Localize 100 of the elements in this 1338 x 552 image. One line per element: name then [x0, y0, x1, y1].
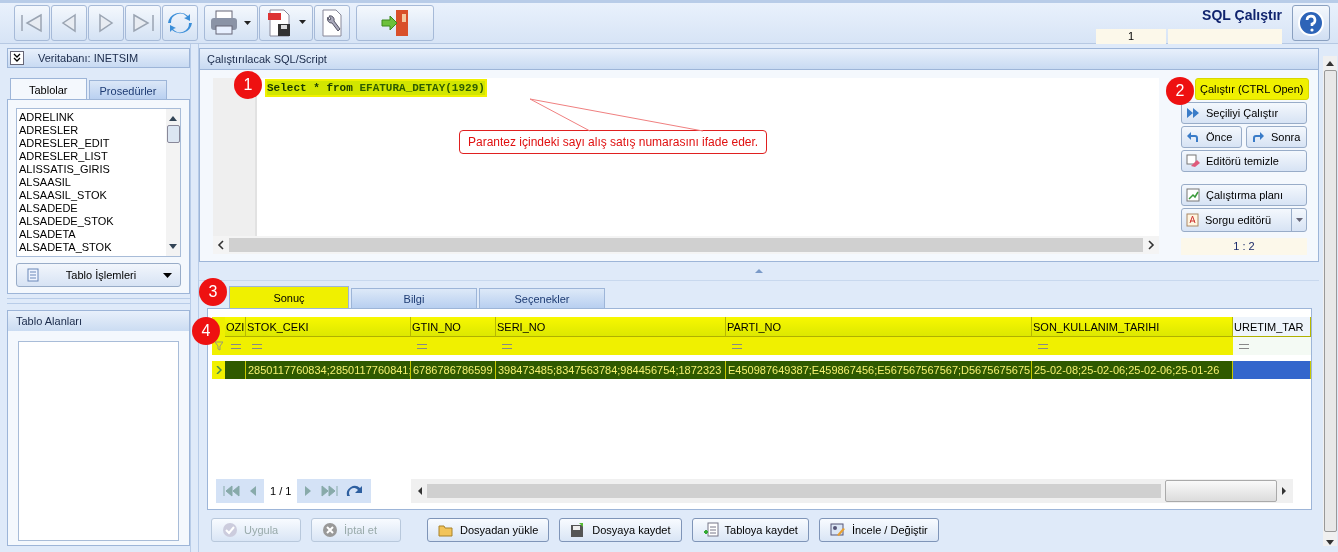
equals-icon[interactable] — [252, 343, 262, 349]
scroll-thumb[interactable] — [166, 125, 180, 143]
column-header[interactable]: STOK_CEKI — [246, 317, 411, 337]
refresh-icon[interactable] — [162, 5, 198, 41]
scroll-up-icon[interactable] — [1326, 60, 1334, 66]
horizontal-scrollbar[interactable] — [411, 479, 1294, 503]
filter-cell[interactable] — [1032, 337, 1233, 355]
callout-badge: 4 — [192, 317, 220, 345]
eraser-icon — [1186, 154, 1200, 168]
table-item[interactable]: ALSAASIL_STOK — [19, 189, 166, 202]
table-cell: 2850117760834;2850117760841; — [246, 361, 411, 379]
last-icon[interactable] — [125, 5, 161, 41]
scroll-down-icon[interactable] — [1326, 540, 1334, 546]
equals-icon[interactable] — [732, 343, 742, 349]
table-item[interactable]: ADRESLER — [19, 124, 166, 137]
column-header[interactable]: SON_KULLANIM_TARIHI — [1032, 317, 1233, 337]
table-item[interactable]: ADRESLER_LIST — [19, 150, 166, 163]
table-item[interactable]: ALSADEDE_STOK — [19, 215, 166, 228]
splitter-arrow-icon[interactable] — [755, 269, 763, 273]
table-cell: E450987649387;E459867456;E567567567567;D5675675675 — [726, 361, 1032, 379]
table-item[interactable]: ADRELINK — [19, 111, 166, 124]
first-icon[interactable] — [14, 5, 50, 41]
table-item[interactable]: ALSAASIL — [19, 176, 166, 189]
column-header[interactable]: URETIM_TAR — [1233, 317, 1311, 337]
tab[interactable]: Prosedürler — [88, 80, 168, 100]
equals-icon[interactable] — [502, 343, 512, 349]
previous-icon[interactable] — [51, 5, 87, 41]
action-button[interactable]: İncele / Değiştir — [818, 518, 939, 542]
dropdown-arrow[interactable] — [1291, 209, 1306, 231]
tab[interactable]: Bilgi — [351, 288, 477, 308]
cancel-icon — [322, 522, 338, 538]
tab[interactable]: Tablolar — [10, 78, 87, 100]
scroll-thumb[interactable] — [229, 238, 1143, 252]
action-button[interactable]: Tabloya kaydet — [691, 518, 809, 542]
panel-splitter[interactable] — [190, 44, 199, 552]
table-icon — [27, 268, 39, 282]
annotation-note: Parantez içindeki sayı alış satış numarasını ifade eder. — [459, 130, 768, 154]
exit-door-icon[interactable] — [356, 5, 434, 41]
table-cell: 398473485;8347563784;984456754;1872323 — [496, 361, 726, 379]
table-item[interactable]: ALISSATIS_GIRIS — [19, 163, 166, 176]
pdf-save-icon[interactable] — [259, 5, 313, 41]
chart-icon — [1186, 188, 1200, 202]
row-indicator-icon[interactable] — [212, 361, 225, 379]
action-button[interactable]: Dosyaya kaydet — [559, 518, 682, 542]
table-item[interactable]: ALSADEDE — [19, 202, 166, 215]
undo-icon — [1186, 130, 1200, 144]
equals-icon[interactable] — [1239, 343, 1249, 349]
window-title: SQL Çalıştır — [1202, 6, 1282, 23]
record-counter: 1 — [1096, 28, 1166, 44]
table-item[interactable]: ALSADETA_STOK — [19, 241, 166, 254]
action-button[interactable]: Dosyadan yükle — [427, 518, 550, 542]
cursor-position: 1 : 2 — [1181, 238, 1307, 255]
column-header[interactable]: OZI — [225, 317, 246, 337]
next-icon[interactable] — [88, 5, 124, 41]
panel-title: Çalıştırılacak SQL/Script — [199, 48, 1319, 70]
folder-icon — [438, 522, 454, 538]
column-header[interactable]: PARTI_NO — [726, 317, 1032, 337]
scrollbar[interactable] — [166, 109, 180, 256]
scroll-down-icon[interactable] — [169, 244, 177, 250]
database-label: Veritabanı: INETSIM — [38, 52, 139, 64]
table-cell — [225, 361, 246, 379]
action-button[interactable]: Editörü temizle — [1181, 150, 1307, 172]
check-icon — [222, 522, 238, 538]
action-button[interactable]: Çalıştırma planı — [1181, 184, 1307, 206]
action-button[interactable]: Sonra — [1246, 126, 1307, 148]
action-button[interactable]: Çalıştır (CTRL Open) — [1195, 78, 1309, 100]
settings-document-icon[interactable] — [314, 5, 350, 41]
fields-title: Tablo Alanları — [8, 311, 189, 331]
table-cell: 6786786786599 — [411, 361, 496, 379]
equals-icon[interactable] — [231, 343, 241, 349]
action-button[interactable]: Önce — [1181, 126, 1242, 148]
scroll-thumb[interactable] — [1165, 480, 1278, 502]
scroll-right-icon[interactable] — [1147, 240, 1155, 250]
table-operations-dropdown[interactable]: Tablo İşlemleri — [16, 263, 181, 287]
list-icon — [702, 522, 719, 538]
previous-page-icon[interactable] — [248, 485, 258, 497]
filter-cell[interactable] — [1233, 337, 1311, 355]
column-header[interactable]: GTIN_NO — [411, 317, 496, 337]
tab[interactable]: Sonuç — [229, 286, 349, 308]
equals-icon[interactable] — [1038, 343, 1048, 349]
equals-icon[interactable] — [417, 343, 427, 349]
scroll-left-icon[interactable] — [417, 486, 424, 496]
column-header[interactable]: SERI_NO — [496, 317, 726, 337]
last-page-icon[interactable] — [319, 485, 340, 497]
action-button[interactable]: Seçiliyi Çalıştır — [1181, 102, 1307, 124]
tab[interactable]: Seçenekler — [479, 288, 605, 308]
horizontal-scrollbar[interactable] — [213, 236, 1159, 254]
print-icon[interactable] — [204, 5, 258, 41]
query-editor-dropdown[interactable]: Sorgu editörü — [1181, 208, 1307, 232]
filter-icon[interactable] — [214, 341, 223, 351]
redo-icon — [1251, 130, 1265, 144]
scroll-left-icon[interactable] — [217, 240, 225, 250]
scroll-up-icon[interactable] — [169, 115, 177, 121]
table-item[interactable]: ALSADETA — [19, 228, 166, 241]
callout-badge: 3 — [199, 278, 227, 306]
first-page-icon[interactable] — [222, 485, 242, 497]
help-button[interactable] — [1292, 5, 1330, 41]
collapse-icon[interactable] — [10, 51, 24, 65]
scroll-right-icon[interactable] — [1281, 486, 1288, 496]
table-item[interactable]: ADRESLER_EDIT — [19, 137, 166, 150]
